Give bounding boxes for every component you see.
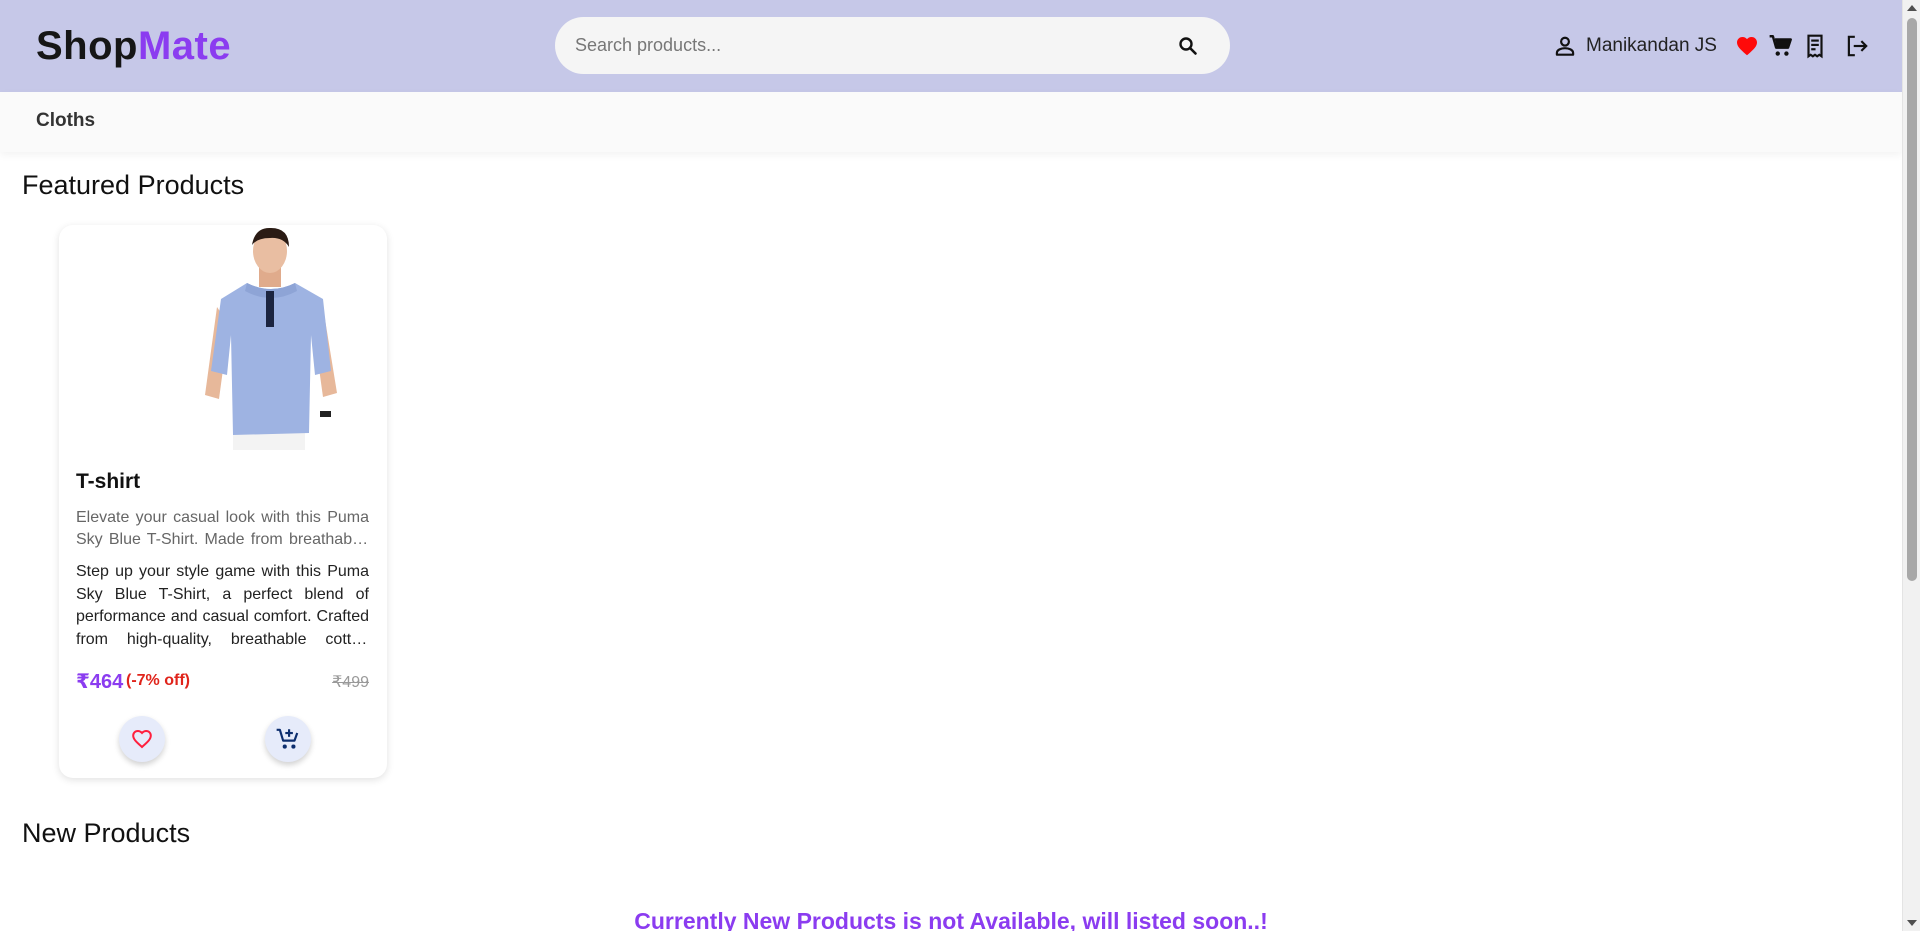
heart-outline-icon — [132, 729, 152, 749]
header-actions: Manikandan JS — [1552, 29, 1871, 63]
search-input[interactable] — [575, 35, 1155, 56]
product-card[interactable]: T-shirt Elevate your casual look with th… — [59, 225, 387, 778]
logout-icon — [1847, 35, 1868, 57]
orders-link[interactable] — [1801, 32, 1829, 60]
heart-icon — [1736, 37, 1757, 56]
wishlist-link[interactable] — [1733, 32, 1761, 60]
featured-products-heading: Featured Products — [22, 170, 245, 200]
scroll-down-arrow-icon[interactable] — [1907, 920, 1917, 926]
new-products-heading: New Products — [22, 818, 191, 848]
product-image[interactable] — [199, 225, 344, 450]
cart-link[interactable] — [1767, 32, 1795, 60]
search-bar — [555, 17, 1230, 74]
category-cloths[interactable]: Cloths — [36, 110, 95, 132]
product-original-price: ₹499 — [332, 674, 369, 691]
product-discount: (-7% off) — [126, 672, 190, 689]
cart-icon — [1769, 35, 1792, 56]
add-shopping-cart-icon — [276, 728, 299, 749]
orders-icon — [1807, 34, 1823, 59]
scroll-up-arrow-icon[interactable] — [1907, 5, 1917, 11]
top-header: ShopMate Manikandan JS — [0, 0, 1902, 92]
logout-link[interactable] — [1843, 32, 1871, 60]
search-icon[interactable] — [1176, 34, 1200, 58]
add-to-cart-button[interactable] — [265, 716, 311, 762]
product-price: ₹464 — [76, 671, 124, 693]
user-name[interactable]: Manikandan JS — [1586, 35, 1717, 57]
shopmate-logo[interactable]: ShopMate — [36, 24, 231, 69]
logo-text-shop: Shop — [36, 24, 138, 68]
category-bar: Cloths — [0, 92, 1902, 152]
product-name[interactable]: T-shirt — [76, 470, 140, 494]
product-long-description: Step up your style game with this Puma S… — [76, 563, 369, 648]
page: ShopMate Manikandan JS — [0, 0, 1920, 931]
add-to-wishlist-button[interactable] — [119, 716, 165, 762]
person-icon[interactable] — [1552, 33, 1578, 59]
scrollbar-thumb[interactable] — [1907, 18, 1917, 581]
logo-text-mate: Mate — [137, 24, 232, 68]
product-short-description: Elevate your casual look with this Puma … — [76, 509, 369, 548]
page-scrollbar[interactable] — [1902, 0, 1920, 931]
no-new-products-message: Currently New Products is not Available,… — [634, 908, 1268, 931]
